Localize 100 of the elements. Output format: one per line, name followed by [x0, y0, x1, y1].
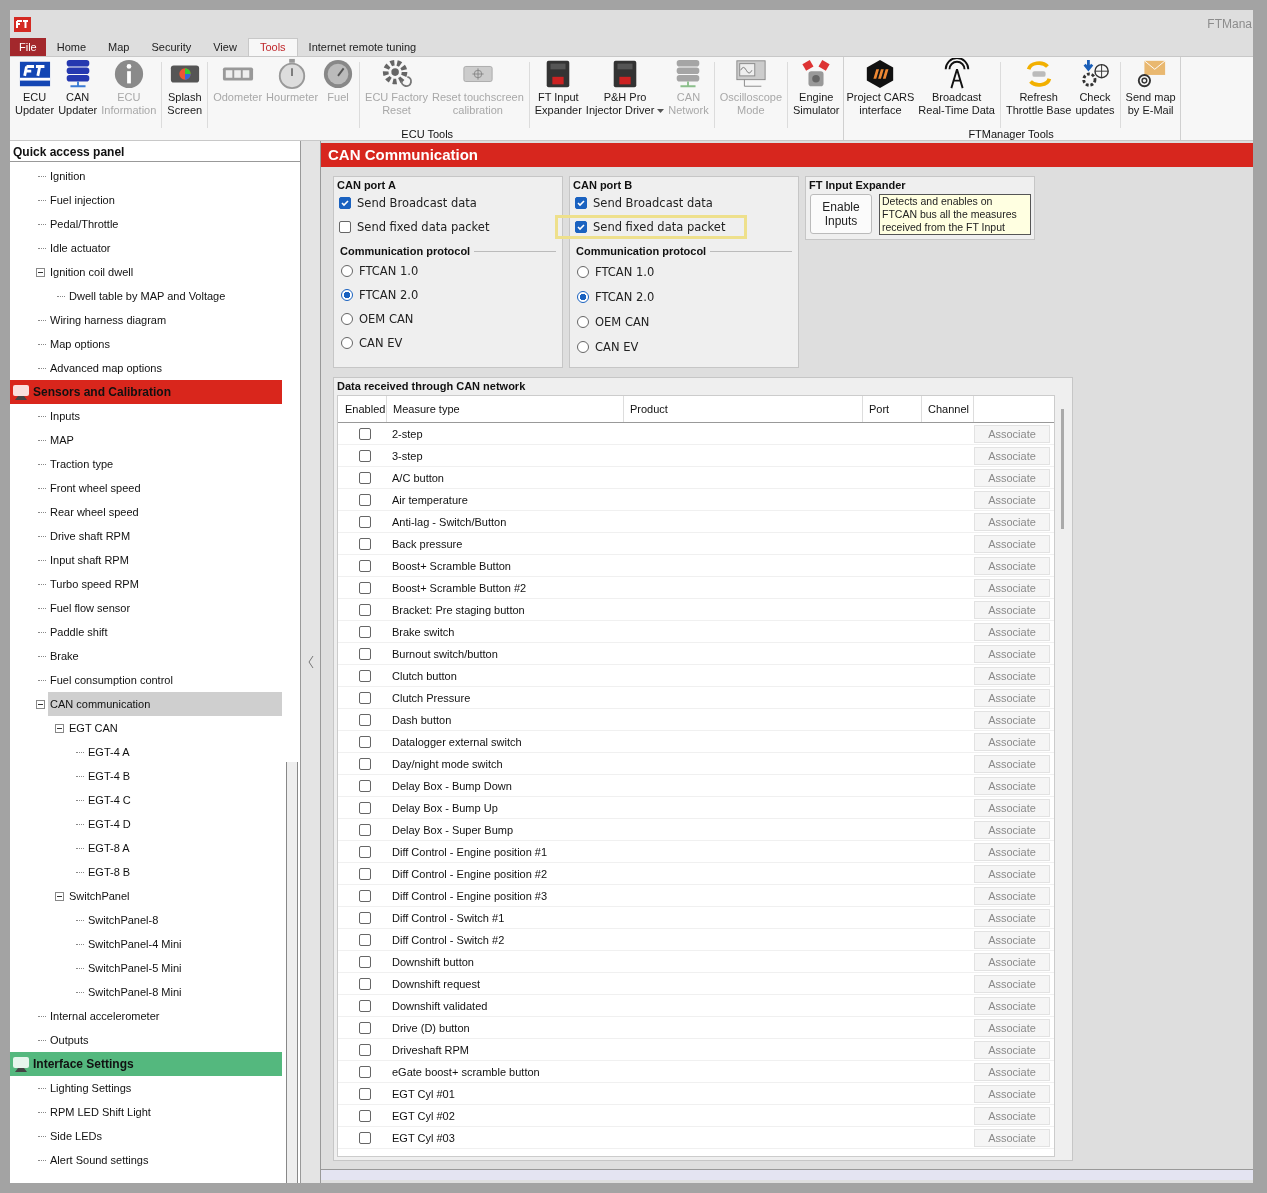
radio-label: OEM CAN [595, 314, 650, 329]
menu-tab[interactable]: View [202, 38, 248, 56]
table-cell-text: EGT Cyl #03 [391, 1130, 456, 1146]
tree-item[interactable]: EGT-4 D [86, 812, 282, 836]
tree-item[interactable]: Lighting Settings [48, 1076, 282, 1100]
section-title: Communication protocol [576, 245, 707, 257]
tree-item[interactable]: EGT-4 C [86, 788, 282, 812]
ribbon-button[interactable]: Project CARS interface [844, 58, 917, 117]
tree-item[interactable]: SwitchPanel-8 [86, 908, 282, 932]
ribbon-button[interactable]: ECU Updater [13, 58, 57, 117]
ribbon-button[interactable]: Splash Screen [165, 58, 205, 117]
table-cell-text: Downshift validated [391, 998, 489, 1014]
section-header[interactable]: Interface Settings [10, 1052, 282, 1076]
tree-item[interactable]: Internal accelerometer [48, 1004, 282, 1028]
ribbon-button[interactable]: Engine Simulator [791, 58, 842, 117]
tree-item[interactable]: Pedal/Throttle [48, 212, 282, 236]
checkbox-label: Send fixed data packet [357, 220, 490, 234]
menu-tab[interactable]: Map [97, 38, 141, 56]
tree-item[interactable]: MAP [48, 428, 282, 452]
tree-item[interactable]: Advanced map options [48, 356, 282, 380]
tree-item[interactable]: Front wheel speed [48, 476, 282, 500]
tree-item[interactable]: SwitchPanel-8 Mini [86, 980, 282, 1004]
section-header[interactable]: Sensors and Calibration [10, 380, 282, 404]
tree-item[interactable]: Alert Sound settings [48, 1148, 282, 1172]
tree-item[interactable]: EGT-8 A [86, 836, 282, 860]
table-cell-text: Downshift button [391, 954, 475, 970]
tree-item[interactable]: EGT CAN [67, 716, 282, 740]
menu-tab[interactable]: Security [140, 38, 203, 56]
ribbon-button[interactable]: P&H Pro Injector Driver [583, 58, 667, 117]
tree-item[interactable]: Inputs [48, 404, 282, 428]
table-cell-text: 3-step [391, 448, 424, 464]
tree-item[interactable]: Ignition [48, 164, 282, 188]
tree-item[interactable]: Traction type [48, 452, 282, 476]
menu-tab[interactable]: Tools [247, 38, 298, 56]
column-header[interactable]: Enabled [338, 396, 387, 422]
tree-item[interactable]: Fuel consumption control [48, 668, 282, 692]
table-cell-text: Delay Box - Super Bump [391, 822, 515, 838]
tree-item[interactable]: Idle actuator [48, 236, 282, 260]
table-cell-text: EGT Cyl #02 [391, 1108, 456, 1124]
group-title: CAN port A [336, 178, 397, 191]
tree-item[interactable]: Side LEDs [48, 1124, 282, 1148]
column-header[interactable]: Channel [922, 396, 974, 422]
tree-item[interactable]: Input shaft RPM [48, 548, 282, 572]
tree-item[interactable]: EGT-4 A [86, 740, 282, 764]
group-title: FT Input Expander [808, 178, 907, 191]
checkbox-label: Send Broadcast data [593, 196, 713, 210]
radio-label: CAN EV [595, 339, 639, 354]
table-cell-text: Burnout switch/button [391, 646, 499, 662]
panel-title: CAN Communication [321, 143, 1253, 167]
tree-item[interactable]: Rear wheel speed [48, 500, 282, 524]
tree-item[interactable]: Ignition coil dwell [48, 260, 282, 284]
tree-item[interactable]: Paddle shift [48, 620, 282, 644]
tree-item[interactable]: Dwell table by MAP and Voltage [67, 284, 282, 308]
ribbon-button[interactable]: Refresh Throttle Base [1003, 58, 1074, 117]
table-cell-text: Dash button [391, 712, 453, 728]
table-cell-text: Clutch button [391, 668, 458, 684]
table-cell-text: Diff Control - Engine position #1 [391, 844, 549, 860]
column-header[interactable]: Measure type [387, 396, 624, 422]
tree-item[interactable]: SwitchPanel-4 Mini [86, 932, 282, 956]
table-cell-text: Delay Box - Bump Down [391, 778, 513, 794]
tree-item[interactable]: Wiring harness diagram [48, 308, 282, 332]
table-cell-text: Diff Control - Switch #1 [391, 910, 506, 926]
tree-item[interactable]: RPM LED Shift Light [48, 1100, 282, 1124]
table-cell-text: Back pressure [391, 536, 464, 552]
enable-inputs-button[interactable]: Enable Inputs [810, 194, 872, 234]
tree-item[interactable]: SwitchPanel [67, 884, 282, 908]
tree-item[interactable]: Brake [48, 644, 282, 668]
group-title: CAN port B [572, 178, 634, 191]
radio-label: FTCAN 1.0 [359, 264, 419, 278]
tree-item[interactable]: Outputs [48, 1028, 282, 1052]
menu-tab[interactable]: File [10, 38, 46, 56]
tree-item[interactable]: EGT-8 B [86, 860, 282, 884]
tree-item[interactable]: CAN communication [48, 692, 282, 716]
table-cell-text: eGate boost+ scramble button [391, 1064, 541, 1080]
menu-tab[interactable]: Internet remote tuning [297, 38, 428, 56]
column-header[interactable]: Product [624, 396, 863, 422]
table-cell-text: Anti-lag - Switch/Button [391, 514, 508, 530]
tree-item[interactable]: Map options [48, 332, 282, 356]
tree-item[interactable]: Fuel flow sensor [48, 596, 282, 620]
table-cell-text: Air temperature [391, 492, 469, 508]
column-header[interactable]: Port [863, 396, 922, 422]
radio-label: CAN EV [359, 336, 403, 350]
ribbon-button[interactable]: FT Input Expander [532, 58, 584, 117]
table-cell-text: EGT Cyl #01 [391, 1086, 456, 1102]
menu-tab[interactable]: Home [45, 38, 98, 56]
ribbon-button[interactable]: Check updates [1073, 58, 1117, 117]
tree-item[interactable]: Drive shaft RPM [48, 524, 282, 548]
tree-item[interactable]: SwitchPanel-5 Mini [86, 956, 282, 980]
table-cell-text: Clutch Pressure [391, 690, 472, 706]
ribbon-button[interactable]: CAN Updater [56, 58, 100, 117]
table-cell-text: Downshift request [391, 976, 482, 992]
window-title: FTMana [1207, 17, 1252, 31]
table-cell-text: Delay Box - Bump Up [391, 800, 499, 816]
tree-item[interactable]: Turbo speed RPM [48, 572, 282, 596]
ribbon-button[interactable]: Send map by E-Mail [1123, 58, 1178, 117]
group-title: Data received through CAN network [336, 379, 527, 392]
tree-item[interactable]: Fuel injection [48, 188, 282, 212]
radio-label: FTCAN 2.0 [595, 289, 655, 304]
tree-item[interactable]: EGT-4 B [86, 764, 282, 788]
ribbon-button[interactable]: Broadcast Real-Time Data [916, 58, 997, 117]
